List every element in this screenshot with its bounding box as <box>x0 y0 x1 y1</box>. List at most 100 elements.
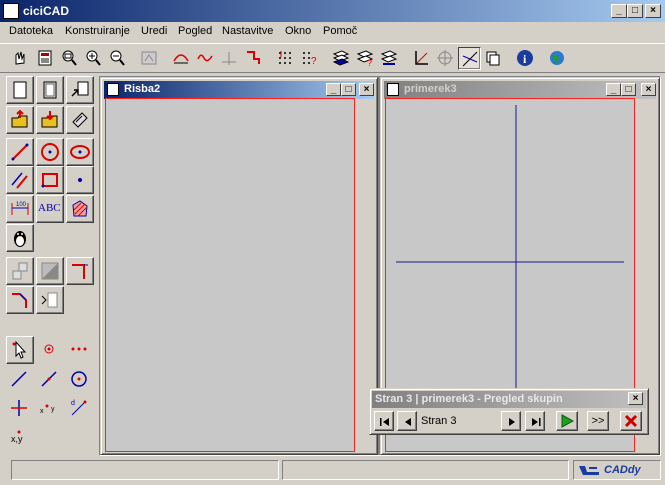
zoom-window-button[interactable] <box>58 47 81 70</box>
maximize-button[interactable]: □ <box>627 4 643 18</box>
redraw-button[interactable] <box>138 47 161 70</box>
split-tool-button[interactable] <box>36 286 64 314</box>
zoom-in-icon <box>86 50 101 66</box>
chamfer-tool-button[interactable] <box>6 286 34 314</box>
line-tool-button[interactable] <box>6 138 34 166</box>
snap-distance-button[interactable]: d <box>66 395 94 423</box>
dimension-tool-button[interactable] <box>242 47 265 70</box>
svg-text:d: d <box>71 400 75 407</box>
coordinate-input-button[interactable]: x,y <box>6 424 34 452</box>
rectangle-tool-button[interactable] <box>36 166 64 194</box>
open-file-button[interactable] <box>6 106 34 134</box>
close-button[interactable]: × <box>645 4 661 18</box>
arc-tool-button[interactable] <box>170 47 193 70</box>
zoom-out-button[interactable] <box>106 47 129 70</box>
main-toolbar: ? ? i <box>0 43 665 73</box>
navigator-titlebar[interactable]: Stran 3 | primerek3 - Pregled skupin × <box>372 391 646 408</box>
window-titlebar[interactable]: primerek3 _ □ × <box>384 81 656 99</box>
snap-endpoints-button[interactable] <box>66 336 94 364</box>
new-drawing-button[interactable] <box>6 76 34 104</box>
sheet-icon <box>43 81 57 99</box>
drawing-canvas[interactable] <box>105 98 355 452</box>
first-page-button[interactable] <box>374 411 394 431</box>
snap-center-button[interactable] <box>36 336 64 364</box>
hatch-tool-button[interactable] <box>66 195 94 223</box>
spline-icon <box>197 54 213 62</box>
text-tool-button[interactable]: ABC <box>36 195 64 223</box>
pointer-tool-button[interactable] <box>8 47 31 70</box>
select-tool-button[interactable] <box>6 336 34 364</box>
app-title: ciciCAD <box>23 4 70 18</box>
menu-pomoc[interactable]: Pomoč <box>323 25 357 37</box>
snap-midpoint-button[interactable] <box>36 366 64 394</box>
window-titlebar[interactable]: Risba2 _ □ × <box>104 81 374 99</box>
info-button[interactable]: i <box>514 47 537 70</box>
next-page-icon <box>509 418 515 426</box>
import-button[interactable] <box>66 76 94 104</box>
menu-okno[interactable]: Okno <box>285 25 311 37</box>
navigator-close-button[interactable]: × <box>628 392 643 405</box>
window-maximize-button[interactable]: □ <box>621 83 636 96</box>
cross-icon <box>11 400 27 416</box>
dimension-button[interactable]: 100 <box>6 195 34 223</box>
window-minimize-button[interactable]: _ <box>326 83 341 96</box>
ellipse-tool-button[interactable] <box>66 138 94 166</box>
penguin-tool-button[interactable] <box>6 224 34 252</box>
navigator-title: Stran 3 | primerek3 - Pregled skupin <box>375 393 563 405</box>
menu-bar: Datoteka Konstruiranje Uredi Pogled Nast… <box>0 22 665 42</box>
snap-point-button[interactable] <box>434 47 457 70</box>
spline-tool-button[interactable] <box>194 47 217 70</box>
play-button[interactable] <box>556 411 578 431</box>
last-page-button[interactable] <box>525 411 545 431</box>
intersection-snap-button[interactable] <box>458 47 481 70</box>
next-page-button[interactable] <box>501 411 521 431</box>
layers-button[interactable] <box>330 47 353 70</box>
minimize-button[interactable]: _ <box>611 4 627 18</box>
hand-icon <box>15 51 25 65</box>
grid-settings-button[interactable]: ? <box>298 47 321 70</box>
circle-tool-button[interactable] <box>36 138 64 166</box>
stretch-tool-button[interactable] <box>36 257 64 285</box>
menu-nastavitve[interactable]: Nastavitve <box>222 25 273 37</box>
grid-tool-button[interactable] <box>218 47 241 70</box>
globe-icon <box>550 51 564 65</box>
save-file-button[interactable] <box>36 106 64 134</box>
layers-arrow-icon <box>380 50 398 65</box>
menu-konstruiranje[interactable]: Konstruiranje <box>65 25 130 37</box>
menu-datoteka[interactable]: Datoteka <box>9 25 53 37</box>
text-tool-label: ABC <box>38 202 61 214</box>
corner-tool-button[interactable] <box>66 257 94 285</box>
copy-view-button[interactable] <box>482 47 505 70</box>
more-button[interactable]: >> <box>587 411 609 431</box>
snap-xy-button[interactable]: xy <box>36 395 64 423</box>
zoom-in-button[interactable] <box>82 47 105 70</box>
snap-grid-button[interactable] <box>274 47 297 70</box>
cancel-button[interactable] <box>620 411 642 431</box>
previous-page-button[interactable] <box>397 411 417 431</box>
print-button[interactable] <box>66 106 94 134</box>
menu-uredi[interactable]: Uredi <box>141 25 167 37</box>
arc-icon <box>173 54 189 64</box>
grid-line-icon <box>222 52 236 65</box>
window-close-button[interactable]: × <box>641 83 656 96</box>
stretch-icon <box>41 262 59 280</box>
menu-pogled[interactable]: Pogled <box>178 25 212 37</box>
blank-page-icon <box>13 81 27 99</box>
ellipse-icon <box>70 145 90 159</box>
snap-line-icon <box>11 371 27 387</box>
snap-line-button[interactable] <box>6 366 34 394</box>
modify-tool-button[interactable] <box>6 257 34 285</box>
window-close-button[interactable]: × <box>359 83 374 96</box>
snap-circle-button[interactable] <box>66 366 94 394</box>
parallel-line-button[interactable] <box>6 166 34 194</box>
layer-query-button[interactable]: ? <box>354 47 377 70</box>
ortho-button[interactable] <box>410 47 433 70</box>
new-sheet-button[interactable] <box>36 76 64 104</box>
layer-switch-button[interactable] <box>378 47 401 70</box>
snap-intersection-button[interactable] <box>6 395 34 423</box>
window-maximize-button[interactable]: □ <box>341 83 356 96</box>
calculator-button[interactable] <box>34 47 57 70</box>
window-minimize-button[interactable]: _ <box>606 83 621 96</box>
point-tool-button[interactable] <box>66 166 94 194</box>
web-button[interactable] <box>546 47 569 70</box>
